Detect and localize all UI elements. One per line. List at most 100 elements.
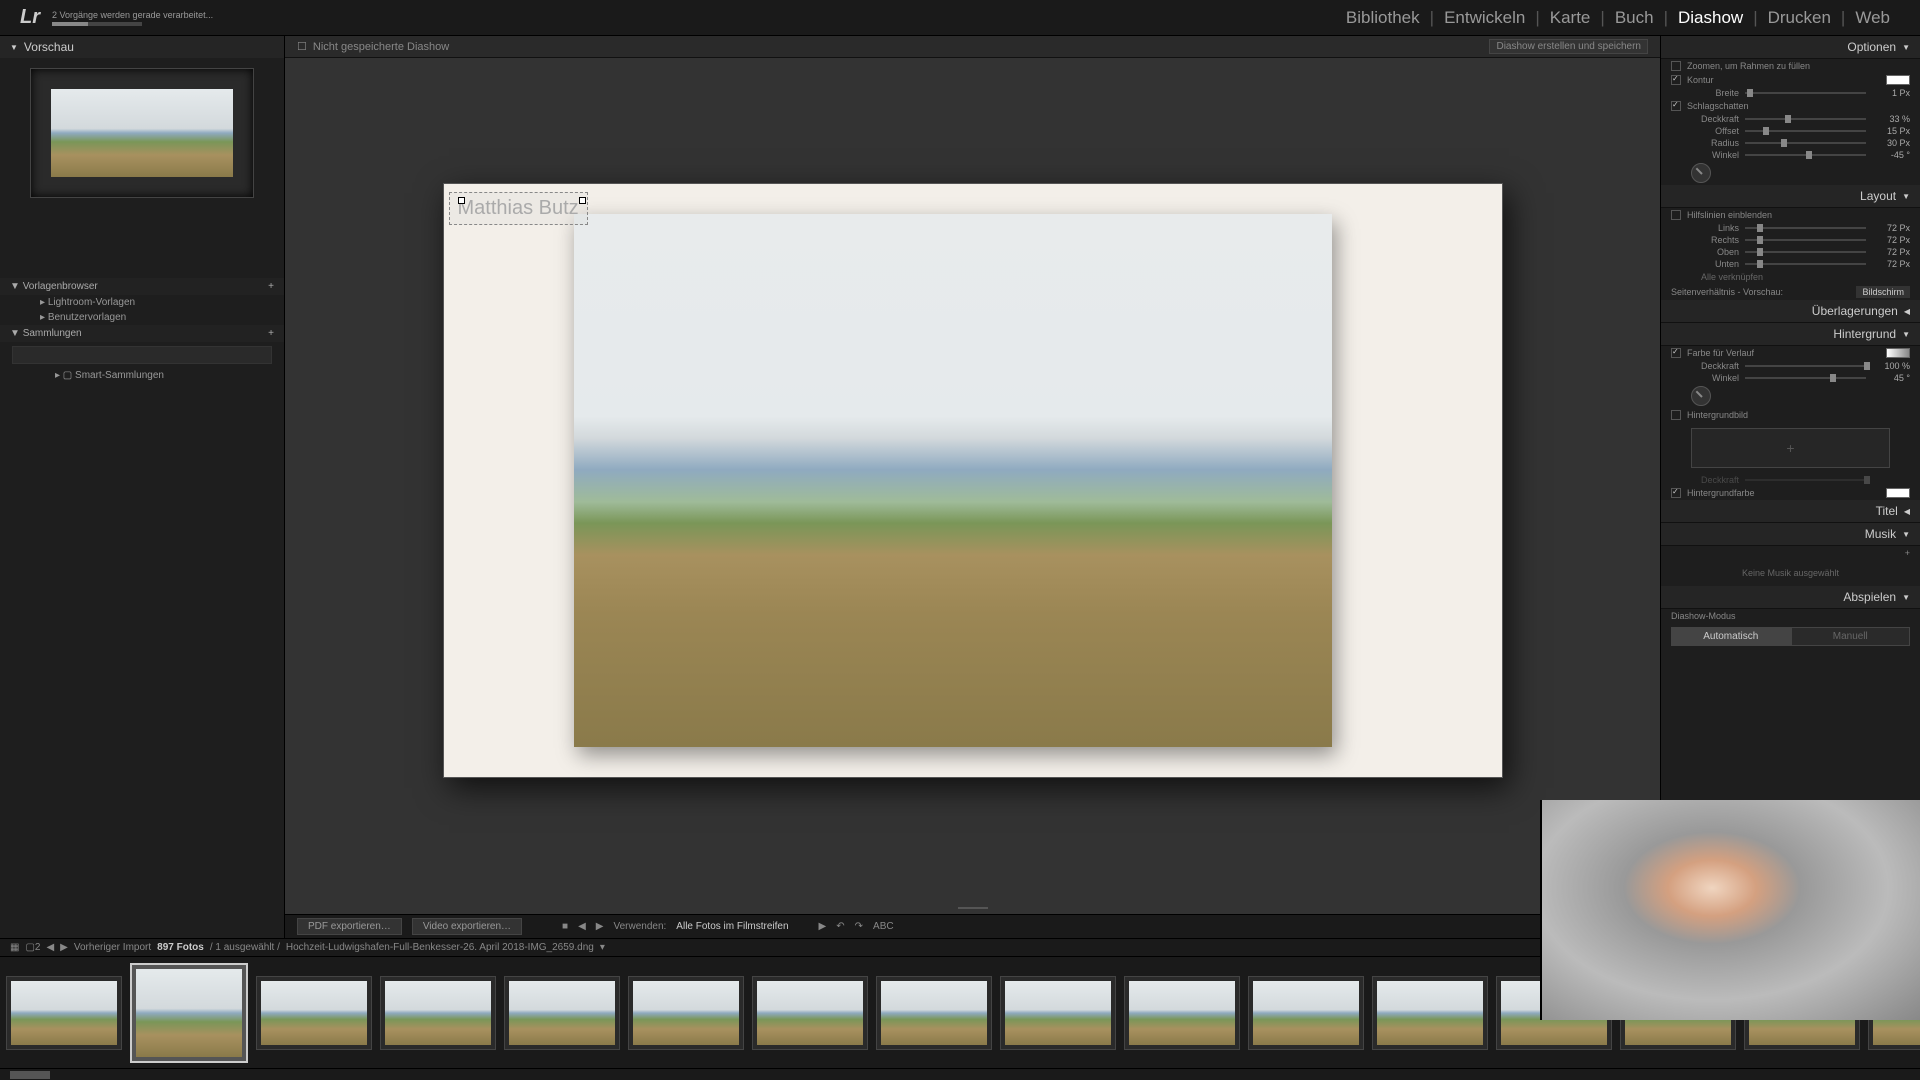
add-template-icon[interactable]: + bbox=[268, 281, 274, 292]
overlays-header[interactable]: Überlagerungen◀ bbox=[1661, 300, 1920, 323]
identity-plate-overlay[interactable]: Matthias Butz bbox=[449, 192, 588, 225]
preview-thumbnail[interactable] bbox=[30, 68, 254, 198]
progress-bar bbox=[52, 22, 142, 26]
slide-frame[interactable]: Matthias Butz bbox=[443, 183, 1503, 778]
margin-right-slider[interactable] bbox=[1745, 239, 1866, 241]
prev-icon[interactable]: ◀ bbox=[578, 921, 586, 932]
rotate-cw-icon[interactable]: ↷ bbox=[855, 921, 863, 932]
margin-top-slider[interactable] bbox=[1745, 251, 1866, 253]
playback-header[interactable]: Abspielen▼ bbox=[1661, 586, 1920, 609]
play-icon[interactable]: ▶ bbox=[819, 921, 827, 932]
nav-karte[interactable]: Karte bbox=[1540, 8, 1601, 28]
nav-web[interactable]: Web bbox=[1845, 8, 1900, 28]
filmstrip-thumb[interactable] bbox=[1124, 976, 1240, 1050]
filmstrip-thumb[interactable] bbox=[752, 976, 868, 1050]
secondary-display-icon[interactable]: ▢2 bbox=[25, 942, 40, 953]
angle-wheel[interactable] bbox=[1691, 163, 1711, 183]
layout-header[interactable]: Layout▼ bbox=[1661, 185, 1920, 208]
slide-photo[interactable] bbox=[574, 214, 1332, 747]
preview-header[interactable]: ▼Vorschau bbox=[0, 36, 284, 58]
grid-view-icon[interactable]: ▦ bbox=[10, 942, 19, 953]
template-browser-header[interactable]: ▼ Vorlagenbrowser + bbox=[0, 278, 284, 295]
panel-grip[interactable] bbox=[285, 902, 1660, 914]
shadow-checkbox[interactable] bbox=[1671, 101, 1681, 111]
filmstrip-thumb[interactable] bbox=[876, 976, 992, 1050]
margin-left-slider[interactable] bbox=[1745, 227, 1866, 229]
mode-auto-button[interactable]: Automatisch bbox=[1671, 627, 1791, 646]
background-header[interactable]: Hintergrund▼ bbox=[1661, 323, 1920, 346]
slideshow-mode-label: Diashow-Modus bbox=[1671, 611, 1736, 621]
collections-header[interactable]: ▼ Sammlungen + bbox=[0, 325, 284, 342]
rotate-ccw-icon[interactable]: ↶ bbox=[836, 921, 844, 932]
module-nav: Bibliothek| Entwickeln| Karte| Buch| Dia… bbox=[1336, 8, 1900, 28]
margin-bottom-slider[interactable] bbox=[1745, 263, 1866, 265]
filmstrip-thumb[interactable] bbox=[6, 976, 122, 1050]
bg-image-label: Hintergrundbild bbox=[1687, 410, 1748, 420]
nav-back-icon[interactable]: ◀ bbox=[46, 942, 54, 953]
filmstrip-thumb[interactable] bbox=[504, 976, 620, 1050]
filmstrip-thumb[interactable] bbox=[380, 976, 496, 1050]
mode-manual-button[interactable]: Manuell bbox=[1791, 627, 1911, 646]
shadow-angle-slider[interactable] bbox=[1745, 154, 1866, 156]
add-music-icon[interactable]: + bbox=[1905, 548, 1910, 558]
shadow-offset-slider[interactable] bbox=[1745, 130, 1866, 132]
slide-canvas[interactable]: Matthias Butz bbox=[285, 58, 1660, 902]
shadow-radius-slider[interactable] bbox=[1745, 142, 1866, 144]
add-collection-icon[interactable]: + bbox=[268, 328, 274, 339]
shadow-opacity-slider[interactable] bbox=[1745, 118, 1866, 120]
filmstrip-thumb[interactable] bbox=[1000, 976, 1116, 1050]
bg-angle-wheel[interactable] bbox=[1691, 386, 1711, 406]
options-header[interactable]: Optionen▼ bbox=[1661, 36, 1920, 59]
bg-opacity-slider[interactable] bbox=[1745, 365, 1866, 367]
filmstrip-thumb[interactable] bbox=[628, 976, 744, 1050]
slideshow-title: Nicht gespeicherte Diashow bbox=[313, 41, 449, 53]
filmstrip-thumb[interactable] bbox=[256, 976, 372, 1050]
app-logo: Lr bbox=[20, 6, 40, 29]
zoom-fill-checkbox[interactable] bbox=[1671, 61, 1681, 71]
video-export-button[interactable]: Video exportieren… bbox=[412, 918, 522, 935]
bg-angle-slider[interactable] bbox=[1745, 377, 1866, 379]
use-value[interactable]: Alle Fotos im Filmstreifen bbox=[676, 921, 788, 932]
nav-diashow[interactable]: Diashow bbox=[1668, 8, 1753, 28]
filmstrip-scrollbar[interactable] bbox=[0, 1068, 1920, 1080]
title-header[interactable]: Titel◀ bbox=[1661, 500, 1920, 523]
collection-row-empty[interactable] bbox=[12, 346, 272, 364]
smart-collections-folder[interactable]: ▸ ▢ Smart-Sammlungen bbox=[0, 368, 284, 383]
prev-import-label[interactable]: Vorheriger Import bbox=[74, 942, 151, 953]
nav-fwd-icon[interactable]: ▶ bbox=[60, 942, 68, 953]
no-music-label: Keine Musik ausgewählt bbox=[1742, 568, 1839, 578]
link-all-label[interactable]: Alle verknüpfen bbox=[1701, 272, 1763, 282]
left-panel: ▼Vorschau ▼ Vorlagenbrowser + ▸ Lightroo… bbox=[0, 36, 285, 938]
bg-image-checkbox[interactable] bbox=[1671, 410, 1681, 420]
nav-drucken[interactable]: Drucken bbox=[1758, 8, 1841, 28]
progress-area[interactable]: 2 Vorgänge werden gerade verarbeitet... bbox=[52, 10, 213, 26]
user-templates-folder[interactable]: ▸ Benutzervorlagen bbox=[0, 310, 284, 325]
save-slideshow-button[interactable]: Diashow erstellen und speichern bbox=[1489, 39, 1648, 54]
abc-button[interactable]: ABC bbox=[873, 921, 894, 932]
nav-entwickeln[interactable]: Entwickeln bbox=[1434, 8, 1535, 28]
contour-color-swatch[interactable] bbox=[1886, 75, 1910, 85]
contour-checkbox[interactable] bbox=[1671, 75, 1681, 85]
bg-color-checkbox[interactable] bbox=[1671, 488, 1681, 498]
aspect-ratio-select[interactable]: Bildschirm bbox=[1856, 286, 1910, 298]
lightroom-templates-folder[interactable]: ▸ Lightroom-Vorlagen bbox=[0, 295, 284, 310]
filmstrip-thumb[interactable] bbox=[1248, 976, 1364, 1050]
bg-image-dropzone[interactable]: + bbox=[1691, 428, 1890, 468]
guides-checkbox[interactable] bbox=[1671, 210, 1681, 220]
mode-toggle[interactable]: Automatisch Manuell bbox=[1671, 627, 1910, 646]
contour-label: Kontur bbox=[1687, 75, 1714, 85]
gradient-swatch[interactable] bbox=[1886, 348, 1910, 358]
bg-image-opacity-slider bbox=[1745, 479, 1866, 481]
filmstrip-thumb-selected[interactable] bbox=[130, 963, 248, 1063]
filename-dropdown-icon[interactable]: ▾ bbox=[600, 942, 605, 953]
bg-color-swatch[interactable] bbox=[1886, 488, 1910, 498]
nav-buch[interactable]: Buch bbox=[1605, 8, 1664, 28]
filmstrip-thumb[interactable] bbox=[1372, 976, 1488, 1050]
next-icon[interactable]: ▶ bbox=[596, 921, 604, 932]
stop-icon[interactable]: ■ bbox=[562, 921, 568, 932]
pdf-export-button[interactable]: PDF exportieren… bbox=[297, 918, 402, 935]
music-header[interactable]: Musik▼ bbox=[1661, 523, 1920, 546]
nav-bibliothek[interactable]: Bibliothek bbox=[1336, 8, 1430, 28]
gradient-checkbox[interactable] bbox=[1671, 348, 1681, 358]
width-slider[interactable] bbox=[1745, 92, 1866, 94]
